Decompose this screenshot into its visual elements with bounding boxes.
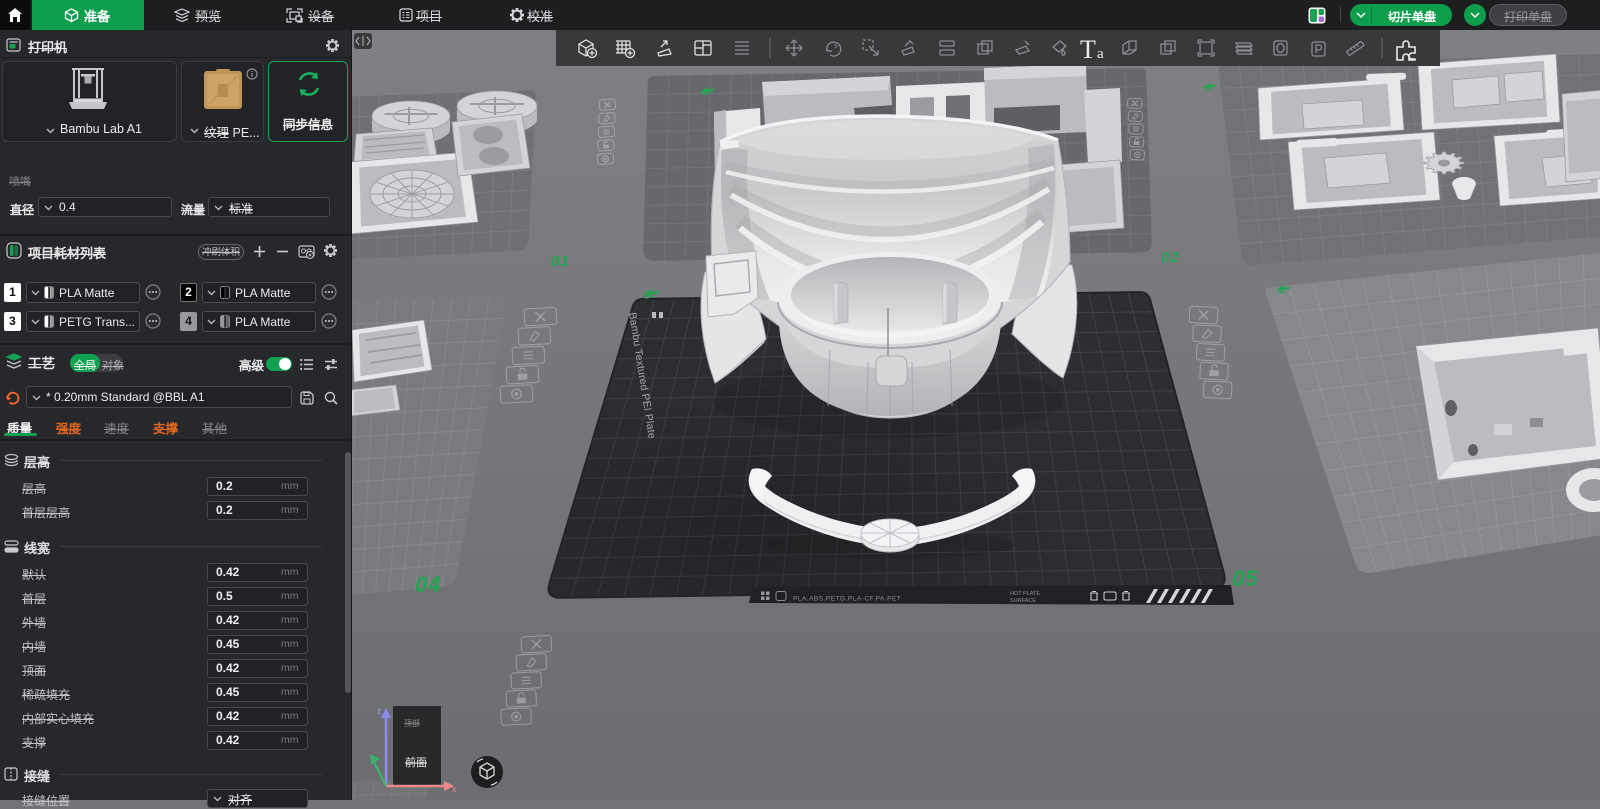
svg-text:a: a xyxy=(1097,46,1104,62)
svg-text:T: T xyxy=(1080,35,1096,64)
svg-text:PLA.ABS.PETG.PLA-CF.PA.PET: PLA.ABS.PETG.PLA-CF.PA.PET xyxy=(793,596,901,603)
svg-text:02: 02 xyxy=(1161,249,1180,266)
svg-text:05: 05 xyxy=(1232,566,1258,591)
svg-text:01: 01 xyxy=(551,253,570,270)
svg-text:z: z xyxy=(377,706,382,716)
svg-text:04: 04 xyxy=(415,572,441,597)
svg-text:HOT PLATE: HOT PLATE xyxy=(1010,591,1040,597)
svg-text:顶部: 顶部 xyxy=(404,718,420,728)
svg-text:x: x xyxy=(452,784,457,794)
svg-text:前面: 前面 xyxy=(405,755,427,769)
svg-text:SURFACE: SURFACE xyxy=(1010,598,1036,604)
